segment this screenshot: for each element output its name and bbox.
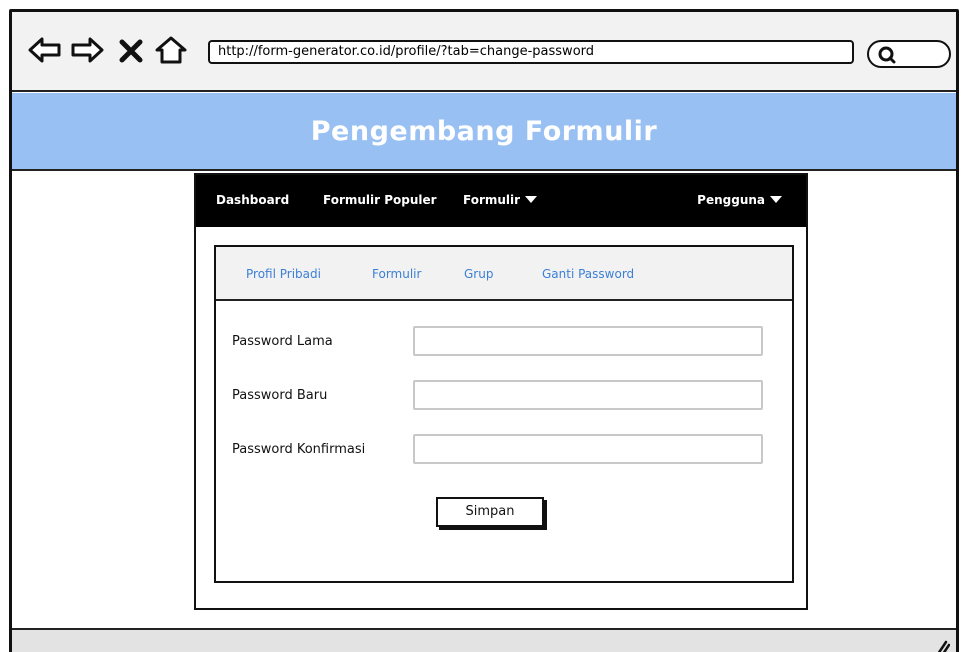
profile-tabs: Profil Pribadi Formulir Grup Ganti Passw… [216,247,792,301]
tab-grup[interactable]: Grup [464,267,493,281]
nav-pengguna-dropdown[interactable]: Pengguna [697,193,782,207]
resize-grip-icon[interactable] [932,638,951,652]
nav-formulir-populer[interactable]: Formulir Populer [323,193,437,207]
status-bar [12,628,956,652]
main-nav: Dashboard Formulir Populer Formulir Peng… [196,175,806,227]
tab-ganti-password[interactable]: Ganti Password [542,267,634,281]
forward-icon[interactable] [70,35,104,65]
browser-search-box[interactable] [867,40,951,68]
chevron-down-icon [525,196,538,203]
back-icon[interactable] [28,35,62,65]
nav-formulir-dropdown[interactable]: Formulir [463,193,538,207]
page-title: Pengembang Formulir [310,116,658,147]
confirm-password-field[interactable] [413,434,763,464]
profile-card: Profil Pribadi Formulir Grup Ganti Passw… [214,245,794,583]
tab-formulir[interactable]: Formulir [372,267,421,281]
home-icon[interactable] [154,35,188,65]
old-password-label: Password Lama [232,334,333,349]
browser-window: http://form-generator.co.id/profile/?tab… [9,9,959,652]
save-button[interactable]: Simpan [436,497,544,527]
new-password-field[interactable] [413,380,763,410]
content-container: Dashboard Formulir Populer Formulir Peng… [194,173,808,610]
nav-dashboard[interactable]: Dashboard [216,193,289,207]
nav-pengguna-label: Pengguna [697,193,765,207]
address-bar[interactable]: http://form-generator.co.id/profile/?tab… [208,40,854,64]
confirm-password-label: Password Konfirmasi [232,442,366,457]
nav-formulir-label: Formulir [463,193,521,207]
browser-toolbar: http://form-generator.co.id/profile/?tab… [12,12,956,92]
old-password-field[interactable] [413,326,763,356]
search-icon [877,45,897,65]
stop-icon[interactable] [118,35,144,65]
new-password-label: Password Baru [232,388,328,403]
tab-profil-pribadi[interactable]: Profil Pribadi [246,267,321,281]
chevron-down-icon [770,196,782,203]
header-banner: Pengembang Formulir [12,93,956,171]
